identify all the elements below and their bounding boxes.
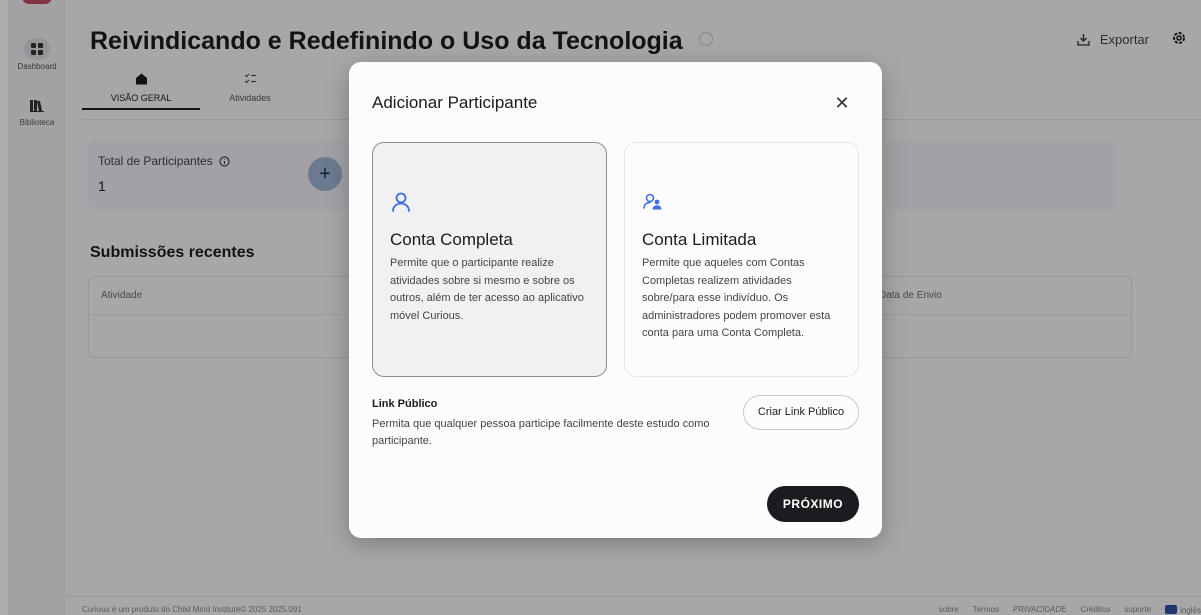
option-limited-account[interactable]: Conta Limitada Permite que aqueles com C… bbox=[624, 142, 859, 377]
next-button[interactable]: PRÓXIMO bbox=[767, 486, 859, 522]
public-link-description: Permita que qualquer pessoa participe fa… bbox=[372, 418, 710, 447]
close-button[interactable]: ✕ bbox=[831, 92, 853, 114]
option-name: Conta Limitada bbox=[642, 230, 757, 249]
person-icon bbox=[392, 192, 410, 212]
people-icon bbox=[643, 193, 662, 210]
create-public-link-button[interactable]: Criar Link Público bbox=[743, 395, 859, 430]
add-participant-dialog: Adicionar Participante ✕ Conta Completa … bbox=[349, 62, 882, 538]
close-icon: ✕ bbox=[834, 93, 850, 113]
option-name: Conta Completa bbox=[390, 230, 513, 249]
public-link-title: Link Público bbox=[372, 398, 438, 410]
option-description: Permite que o participante realize ativi… bbox=[390, 257, 584, 322]
option-full-account[interactable]: Conta Completa Permite que o participant… bbox=[372, 142, 607, 377]
dialog-title: Adicionar Participante bbox=[372, 93, 538, 112]
option-description: Permite que aqueles com Contas Completas… bbox=[642, 257, 831, 339]
